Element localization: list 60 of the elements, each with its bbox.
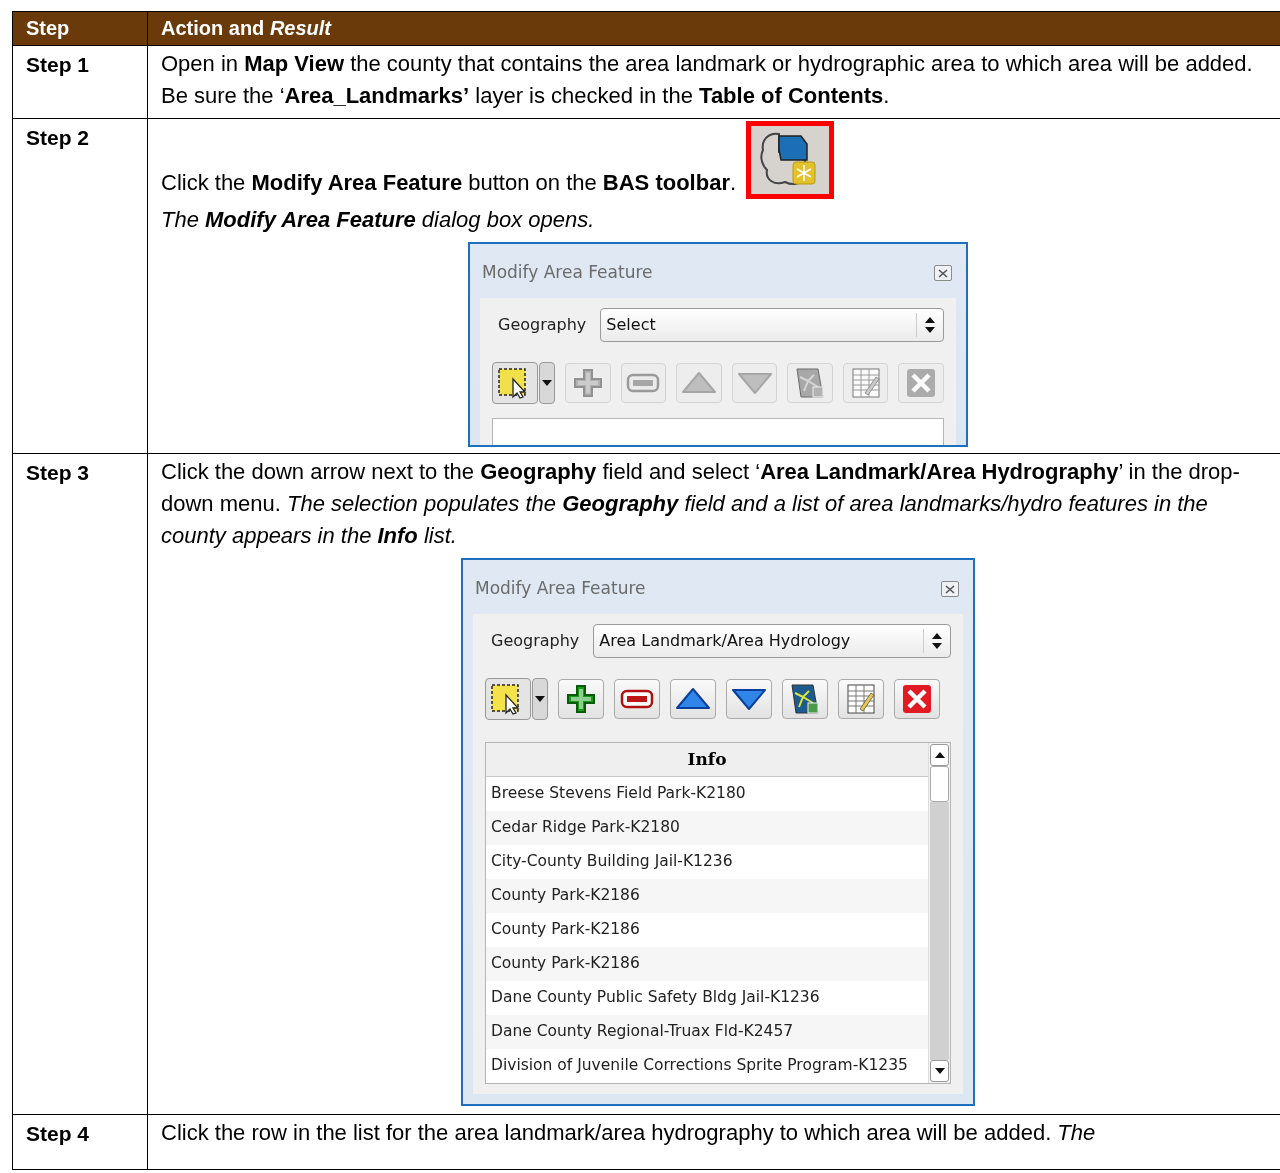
toolbar-button[interactable] [782, 679, 828, 719]
toolbar-button[interactable] [726, 679, 772, 719]
map-icon [789, 683, 821, 715]
up-arrow-icon [934, 752, 945, 758]
instruction-text: Click the down arrow next to the Geography field and select ‘Area Landmark/Area Hydrography’ in the drop-down menu. The selection populates the Geography field and a list of area landmarks/hydro features in the county appears in the Info list. [161, 458, 1241, 550]
down-triangle-icon [735, 370, 774, 396]
list-item[interactable]: Cedar Ridge Park-K2180 [486, 811, 928, 845]
toolbar-button[interactable] [894, 679, 940, 719]
step-label: Step 3 [26, 461, 90, 484]
close-button[interactable] [934, 265, 952, 281]
remove-icon [626, 372, 661, 394]
step-label: Step 2 [26, 126, 90, 149]
dialog-title: Modify Area Feature [482, 261, 653, 285]
column-header: Action and Result [147, 11, 1280, 46]
dropdown-button[interactable] [539, 362, 555, 404]
select-tool-button[interactable] [492, 362, 538, 404]
instruction-text: Open in Map View the county that contains the area landmark or hydrographic area to which area will be added. Be sure the ‘Area_Landmarks’ layer is checked in the Table of Contents. [161, 50, 1254, 110]
dropdown-button[interactable] [532, 678, 548, 720]
toolbar-button[interactable] [614, 679, 660, 719]
close-button[interactable] [941, 581, 959, 597]
up-triangle-icon [679, 370, 718, 396]
step-label: Step 4 [26, 1122, 90, 1145]
close-icon [945, 584, 955, 594]
step-label: Step 1 [26, 53, 90, 76]
down-arrow-icon [934, 1068, 945, 1074]
close-icon [905, 367, 938, 399]
caret-icon [542, 380, 552, 386]
spinner-arrows-icon [925, 316, 935, 334]
table-edit-icon [846, 683, 876, 715]
down-triangle-icon [730, 686, 768, 712]
scroll-down-button[interactable] [930, 1060, 949, 1082]
up-triangle-icon [674, 686, 712, 712]
close-icon [938, 268, 948, 278]
field-label: Geography [490, 630, 580, 652]
caret-icon [535, 696, 545, 702]
map-icon [794, 367, 827, 399]
table-edit-icon [850, 367, 881, 399]
list-item[interactable]: Dane County Regional-Truax Fld-K2457 [486, 1015, 928, 1049]
column-header: Step [12, 11, 148, 46]
instruction-text: Click the row in the list for the area landmark/area hydrography to which area will be added. The [161, 1119, 1097, 1147]
instruction-text: Click the Modify Area Feature button on the BAS toolbar. [161, 169, 737, 197]
scrollbar[interactable] [928, 743, 950, 1083]
spinner-arrows-icon [932, 632, 942, 650]
toolbar-button[interactable] [670, 679, 716, 719]
list-header[interactable]: Info [486, 743, 928, 777]
close-icon [901, 683, 933, 715]
dialog-title: Modify Area Feature [475, 577, 646, 601]
geography-dropdown[interactable]: Area Landmark/Area Hydrology [593, 624, 951, 658]
select-tool-button[interactable] [485, 678, 531, 720]
list-item[interactable]: County Park-K2186 [486, 947, 928, 981]
instruction-text: The Modify Area Feature dialog box opens. [161, 206, 596, 234]
add-icon [565, 683, 597, 715]
toolbar-button[interactable] [558, 679, 604, 719]
list-item[interactable]: County Park-K2186 [486, 879, 928, 913]
scroll-thumb[interactable] [930, 766, 949, 802]
add-icon [571, 367, 604, 399]
scroll-up-button[interactable] [930, 744, 949, 766]
field-label: Geography [497, 314, 587, 336]
geography-dropdown[interactable]: Select [600, 308, 944, 342]
remove-icon [620, 688, 654, 710]
